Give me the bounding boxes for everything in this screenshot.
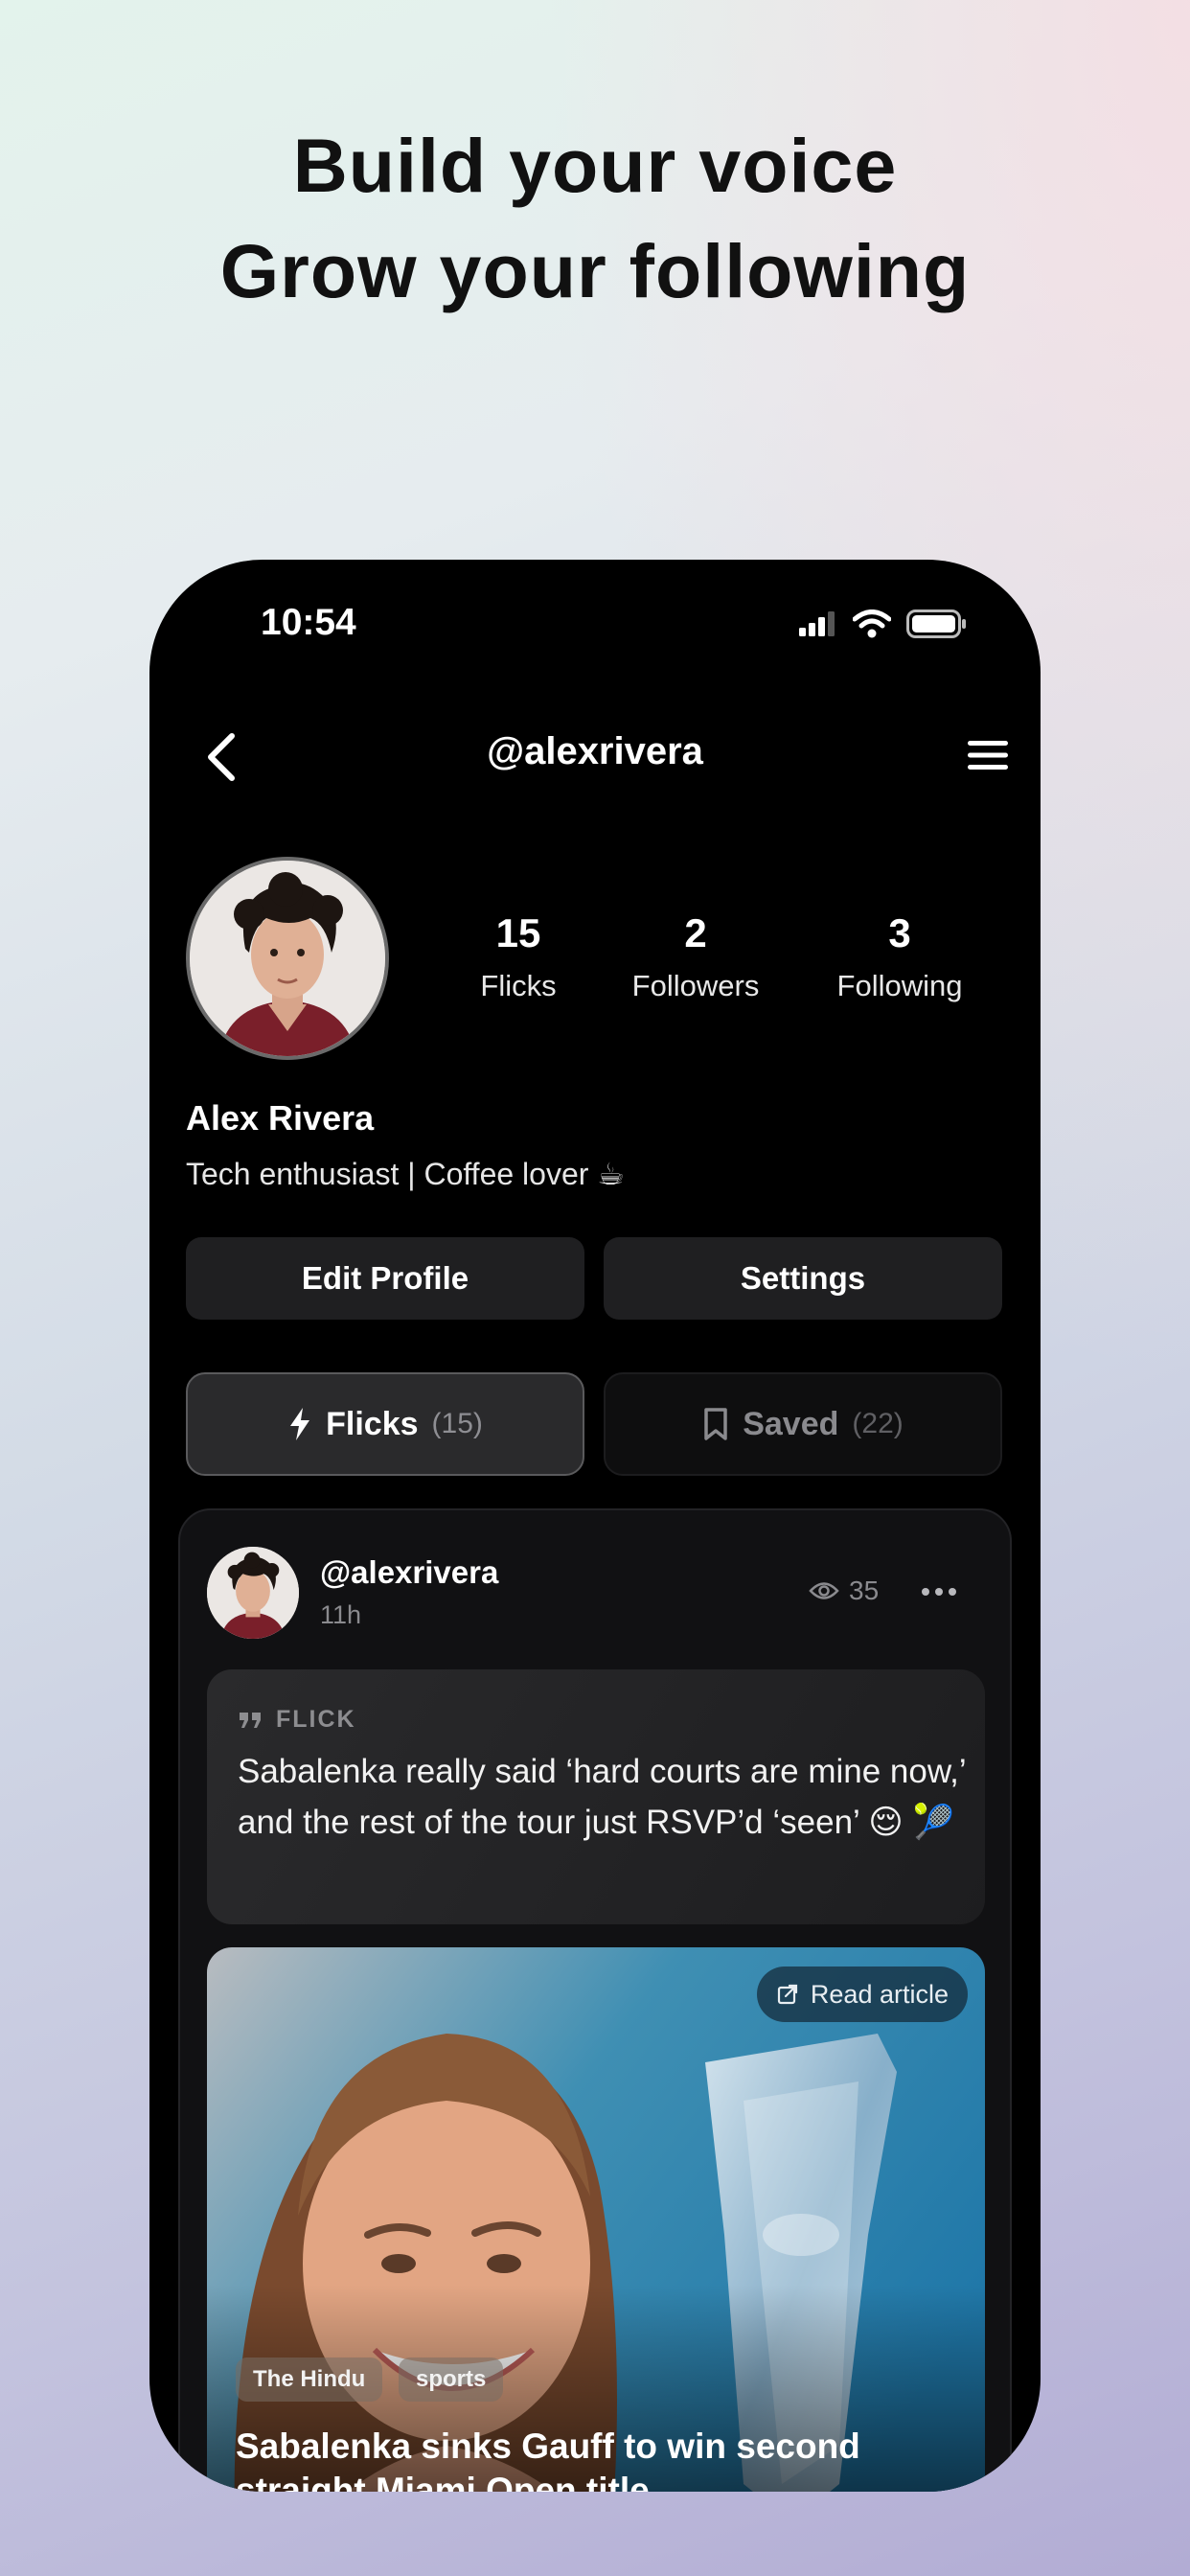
hamburger-menu-icon[interactable]	[966, 736, 1010, 774]
wifi-icon	[853, 610, 891, 638]
external-link-icon	[777, 1984, 798, 2005]
flick-content: FLICK Sabalenka really said ‘hard courts…	[207, 1669, 985, 1924]
headline-line-1: Build your voice	[292, 123, 898, 208]
tab-flicks[interactable]: Flicks (15)	[186, 1372, 584, 1476]
read-article-label: Read article	[810, 1979, 949, 2009]
flick-label-text: FLICK	[276, 1706, 356, 1733]
avatar-portrait	[190, 861, 385, 1056]
stat-label: Following	[836, 969, 963, 1002]
flick-post-card[interactable]: @alexrivera 11h 35 FLICK Sabalenka reall…	[178, 1508, 1012, 2492]
eye-icon	[809, 1582, 839, 1599]
tab-count: (22)	[852, 1408, 904, 1439]
category-tag[interactable]: sports	[399, 2358, 504, 2402]
tab-label: Saved	[743, 1405, 839, 1442]
profile-handle-title: @alexrivera	[487, 730, 703, 772]
flick-text: Sabalenka really said ‘hard courts are m…	[238, 1753, 966, 1841]
headline-line-2: Grow your following	[219, 228, 971, 313]
phone-frame: 10:54 @alexrivera 15 Flicks 2 Followers …	[149, 560, 1041, 2492]
stat-label: Followers	[631, 969, 760, 1002]
stat-value: 2	[684, 910, 707, 955]
article-preview[interactable]: Read article The Hindu sports Sabalenka …	[207, 1947, 985, 2492]
avatar[interactable]	[186, 857, 389, 1060]
article-image	[207, 1947, 985, 2492]
avatar-portrait	[207, 1547, 299, 1639]
settings-button[interactable]: Settings	[604, 1237, 1002, 1320]
status-icons	[799, 610, 968, 638]
tab-label: Flicks	[326, 1405, 419, 1442]
post-views: 35	[809, 1576, 879, 1606]
lightning-icon	[290, 1408, 310, 1440]
battery-icon	[906, 610, 966, 638]
read-article-button[interactable]: Read article	[756, 1966, 968, 2022]
promo-headline: Build your voice Grow your following	[0, 113, 1190, 324]
tab-saved[interactable]: Saved (22)	[604, 1372, 1002, 1476]
flick-type-label: FLICK	[238, 1706, 356, 1734]
status-time: 10:54	[261, 602, 356, 643]
more-options-icon[interactable]	[918, 1577, 960, 1606]
post-username[interactable]: @alexrivera	[320, 1554, 498, 1591]
stat-value: 3	[888, 910, 911, 955]
article-title[interactable]: Sabalenka sinks Gauff to win second stra…	[236, 2425, 964, 2492]
profile-name: Alex Rivera	[186, 1098, 375, 1138]
cellular-signal-icon	[799, 611, 835, 636]
stat-followers[interactable]: 2 Followers	[590, 909, 801, 1003]
view-count: 35	[849, 1576, 880, 1605]
bookmark-icon	[704, 1408, 727, 1440]
quote-icon	[240, 1712, 261, 1728]
profile-bio: Tech enthusiast | Coffee lover ☕	[186, 1157, 625, 1191]
stat-following[interactable]: 3 Following	[794, 909, 1005, 1003]
avatar[interactable]	[207, 1547, 299, 1639]
tab-count: (15)	[431, 1408, 483, 1439]
source-tag[interactable]: The Hindu	[236, 2358, 383, 2402]
post-timestamp: 11h	[320, 1600, 362, 1629]
edit-profile-button[interactable]: Edit Profile	[186, 1237, 584, 1320]
